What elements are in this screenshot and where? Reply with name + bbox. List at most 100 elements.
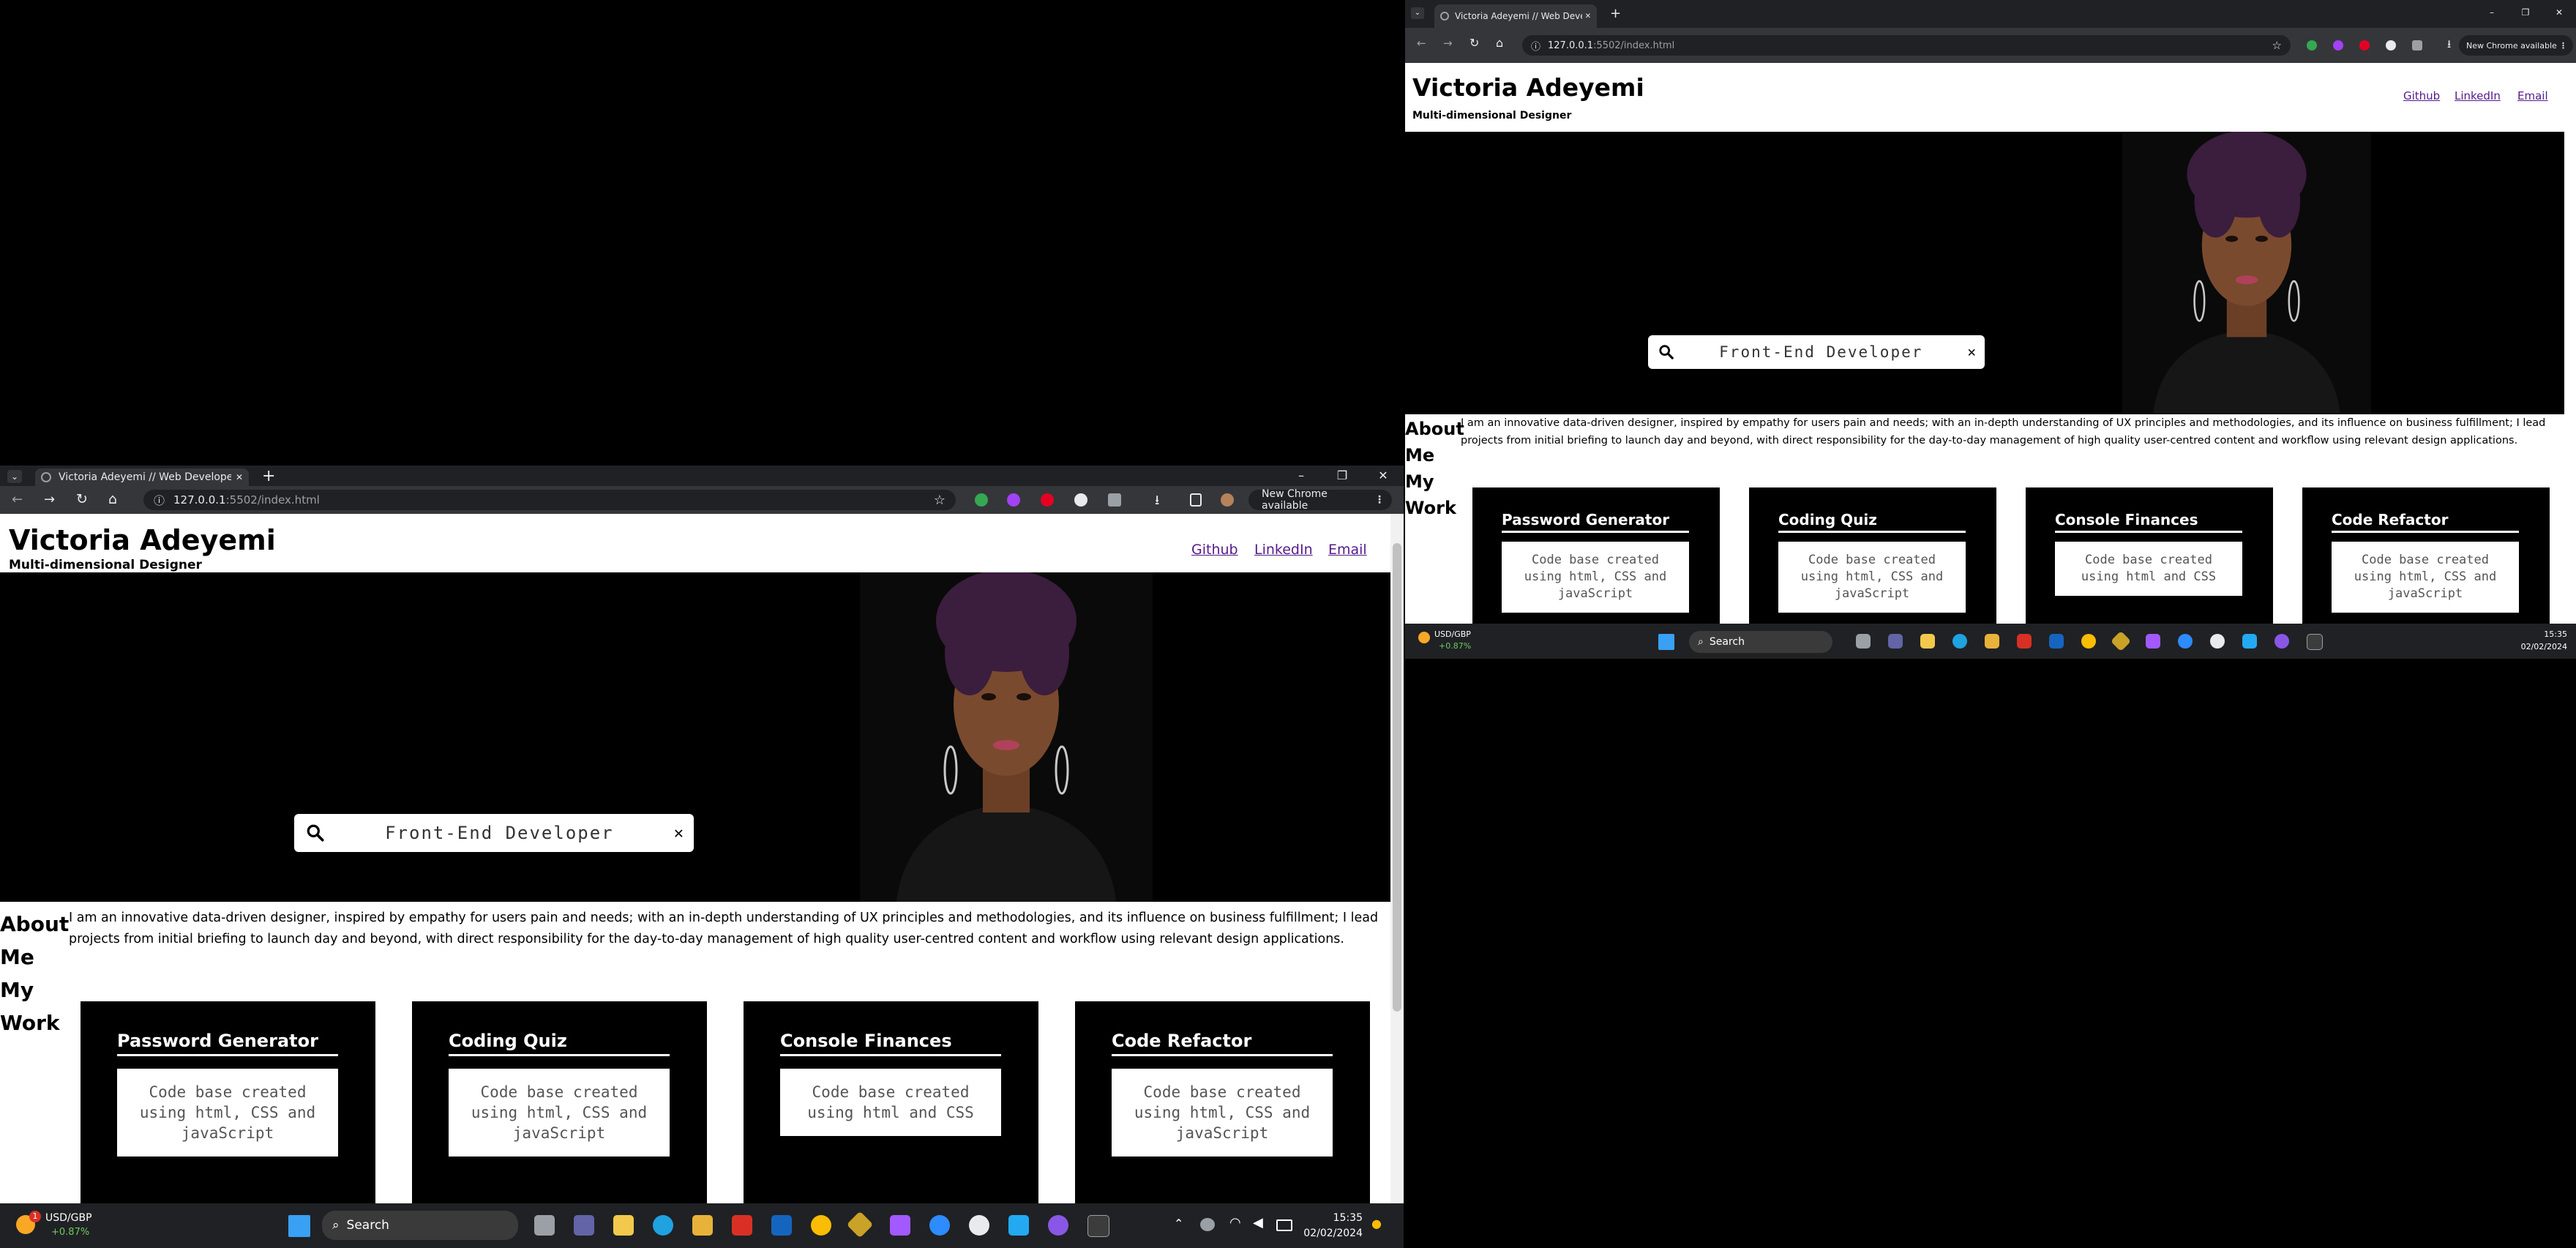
close-button[interactable]: ✕ — [2542, 7, 2576, 18]
restore-button[interactable]: ❐ — [2509, 7, 2542, 18]
close-button[interactable]: ✕ — [1363, 468, 1404, 482]
vscode-icon[interactable] — [1008, 1215, 1029, 1236]
tab-search-icon[interactable]: ⌄ — [1411, 7, 1424, 19]
red-app-icon[interactable] — [732, 1215, 752, 1236]
address-bar[interactable]: ⓘ 127.0.0.1:5502/index.html ☆ — [1522, 35, 2291, 56]
clear-search-icon[interactable]: ✕ — [674, 824, 684, 842]
volume-icon[interactable]: ◀ — [1253, 1215, 1263, 1230]
figma-icon[interactable] — [890, 1215, 910, 1236]
taskbar-search[interactable]: ⌕ Search — [1689, 631, 1832, 653]
nav-link-email[interactable]: Email — [2517, 89, 2548, 102]
task-view-icon[interactable] — [1856, 634, 1871, 649]
extensions-puzzle-icon[interactable] — [1108, 493, 1121, 507]
clear-search-icon[interactable]: ✕ — [1968, 344, 1976, 360]
forward-icon[interactable]: → — [44, 492, 55, 507]
reload-icon[interactable]: ↻ — [76, 491, 88, 507]
restore-button[interactable]: ❐ — [1322, 468, 1363, 482]
tab-active[interactable]: Victoria Adeyemi // Web Developer ✕ — [1434, 4, 1597, 28]
taskbar-search[interactable]: ⌕ Search — [322, 1211, 518, 1240]
download-icon[interactable]: ⭳ — [2447, 37, 2451, 55]
red-app-icon[interactable] — [2017, 634, 2032, 649]
blue-app-icon[interactable] — [771, 1215, 792, 1236]
edge-icon[interactable] — [1952, 634, 1967, 649]
profile-avatar-icon[interactable] — [1221, 493, 1234, 507]
bookmark-star-icon[interactable]: ☆ — [934, 493, 946, 508]
reload-icon[interactable]: ↻ — [1469, 36, 1479, 50]
home-icon[interactable]: ⌂ — [1496, 36, 1503, 50]
forward-icon[interactable]: → — [1443, 37, 1453, 50]
store-icon[interactable] — [1985, 634, 1999, 649]
minimize-button[interactable]: – — [2475, 7, 2509, 18]
project-card[interactable]: Password Generator Code base created usi… — [1472, 487, 1720, 624]
battery-icon[interactable] — [1276, 1219, 1292, 1231]
taskbar-clock[interactable]: 15:35 02/02/2024 — [2521, 628, 2567, 653]
project-card[interactable]: Coding Quiz Code base created using html… — [1749, 487, 1996, 624]
git-icon[interactable] — [2110, 630, 2132, 652]
slack-icon[interactable] — [2210, 634, 2225, 649]
slack-icon[interactable] — [969, 1215, 989, 1236]
tab-search-icon[interactable]: ⌄ — [7, 470, 22, 483]
back-icon[interactable]: ← — [1417, 37, 1426, 50]
project-card[interactable]: Code Refactor Code base created using ht… — [1075, 1001, 1370, 1203]
blue-app-icon[interactable] — [2049, 634, 2064, 649]
teams-icon[interactable] — [574, 1215, 594, 1236]
site-info-icon[interactable]: ⓘ — [154, 493, 165, 508]
site-info-icon[interactable]: ⓘ — [1531, 39, 1540, 53]
terminal-icon[interactable] — [1087, 1215, 1109, 1237]
tab-close-icon[interactable]: ✕ — [236, 472, 243, 482]
extension-shield-icon[interactable] — [2307, 40, 2317, 51]
project-card[interactable]: Password Generator Code base created usi… — [80, 1001, 375, 1203]
page-scrollbar[interactable] — [1390, 514, 1404, 1203]
nav-link-linkedin[interactable]: LinkedIn — [1254, 542, 1313, 558]
extensions-puzzle-icon[interactable] — [2412, 40, 2422, 51]
pinterest-icon[interactable] — [1041, 493, 1054, 507]
chrome-icon[interactable] — [811, 1215, 831, 1236]
back-icon[interactable]: ← — [12, 492, 23, 507]
taskbar-clock[interactable]: 15:35 02/02/2024 — [1295, 1211, 1363, 1241]
more-menu-icon[interactable]: ⋮ — [2559, 41, 2567, 51]
weather-icon[interactable] — [1200, 1218, 1215, 1231]
extension-circle-icon[interactable] — [1074, 493, 1087, 507]
hero-search-box[interactable]: Front-End Developer ✕ — [294, 814, 694, 852]
hero-search-box[interactable]: Front-End Developer ✕ — [1648, 335, 1985, 369]
zoom-icon[interactable] — [2178, 634, 2193, 649]
new-chrome-button[interactable]: New Chrome available ⋮ — [1248, 488, 1392, 512]
new-tab-button[interactable]: + — [1610, 6, 1621, 21]
edge-icon[interactable] — [653, 1215, 673, 1236]
project-card[interactable]: Code Refactor Code base created using ht… — [2302, 487, 2550, 624]
tab-close-icon[interactable]: ✕ — [1585, 12, 1591, 20]
download-icon[interactable]: ⭳ — [1155, 491, 1159, 513]
extension-purple-icon[interactable] — [1007, 493, 1020, 507]
nav-link-email[interactable]: Email — [1328, 542, 1367, 558]
home-icon[interactable]: ⌂ — [108, 491, 117, 507]
notification-bell-icon[interactable]: ● — [1371, 1217, 1382, 1230]
github-desktop-icon[interactable] — [1048, 1215, 1068, 1236]
extension-shield-icon[interactable] — [975, 493, 988, 507]
extension-circle-icon[interactable] — [2386, 40, 2396, 51]
side-panel-icon[interactable] — [1190, 493, 1202, 507]
wifi-icon[interactable]: ◠ — [1229, 1215, 1241, 1230]
file-explorer-icon[interactable] — [613, 1215, 634, 1236]
git-icon[interactable] — [846, 1211, 874, 1238]
bookmark-star-icon[interactable]: ☆ — [2272, 39, 2282, 52]
project-card[interactable]: Console Finances Code base created using… — [2026, 487, 2273, 624]
minimize-button[interactable]: – — [1281, 468, 1322, 482]
new-chrome-button[interactable]: New Chrome available ⋮ — [2459, 35, 2573, 56]
nav-link-linkedin[interactable]: LinkedIn — [2455, 89, 2501, 102]
address-bar[interactable]: ⓘ 127.0.0.1:5502/index.html ☆ — [143, 490, 956, 510]
task-view-icon[interactable] — [534, 1215, 555, 1236]
scrollbar-thumb[interactable] — [1393, 543, 1401, 1012]
windows-start-icon[interactable] — [288, 1215, 310, 1237]
tab-active[interactable]: Victoria Adeyemi // Web Developer ✕ — [35, 468, 249, 486]
windows-start-icon[interactable] — [1658, 634, 1674, 650]
figma-icon[interactable] — [2146, 634, 2160, 649]
more-menu-icon[interactable]: ⋮ — [1374, 494, 1385, 506]
tray-chevron-icon[interactable]: ⌃ — [1174, 1217, 1183, 1230]
pinterest-icon[interactable] — [2359, 40, 2370, 51]
project-card[interactable]: Console Finances Code base created using… — [744, 1001, 1038, 1203]
project-card[interactable]: Coding Quiz Code base created using html… — [412, 1001, 707, 1203]
vscode-icon[interactable] — [2242, 634, 2257, 649]
nav-link-github[interactable]: Github — [2403, 89, 2440, 102]
new-tab-button[interactable]: + — [262, 467, 275, 485]
chrome-icon[interactable] — [2081, 634, 2096, 649]
